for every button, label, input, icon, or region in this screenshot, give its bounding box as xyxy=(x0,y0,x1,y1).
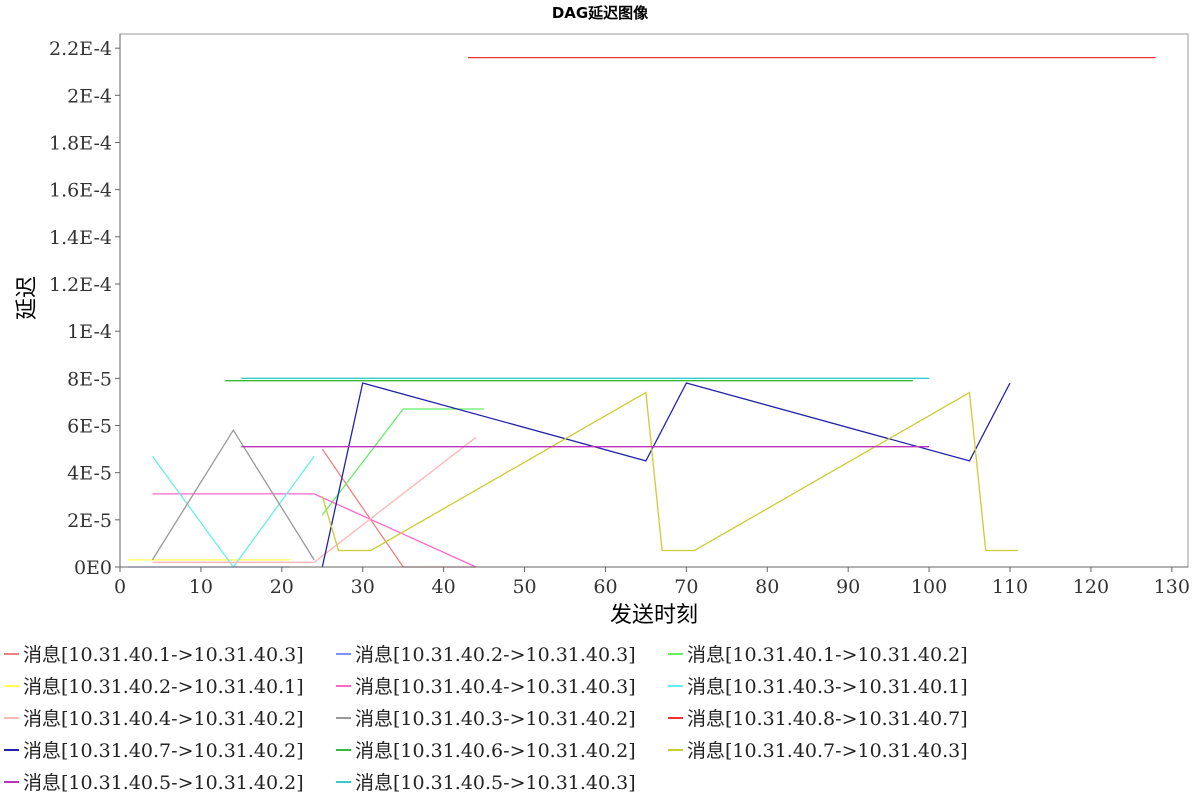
x-tick-label: 110 xyxy=(992,576,1028,598)
y-tick-label: 0E0 xyxy=(74,557,112,579)
x-tick-label: 80 xyxy=(755,576,779,598)
y-tick-label: 1E-4 xyxy=(67,321,112,343)
legend-label: 消息[10.31.40.1->10.31.40.2] xyxy=(687,644,968,666)
x-tick-label: 60 xyxy=(593,576,617,598)
legend-item: 消息[10.31.40.3->10.31.40.2] xyxy=(336,708,636,730)
x-tick-label: 20 xyxy=(270,576,294,598)
legend-label: 消息[10.31.40.8->10.31.40.7] xyxy=(687,708,968,730)
x-tick-label: 30 xyxy=(351,576,375,598)
dag-latency-chart: DAG延迟图像 0 10 20 30 40 50 60 70 80 90 100 110 120 130 0… xyxy=(0,0,1200,800)
x-tick-label: 70 xyxy=(674,576,698,598)
legend-item: 消息[10.31.40.8->10.31.40.7] xyxy=(668,708,968,730)
x-tick-label: 40 xyxy=(432,576,456,598)
legend-label: 消息[10.31.40.7->10.31.40.3] xyxy=(687,740,968,762)
legend-item: 消息[10.31.40.2->10.31.40.3] xyxy=(336,644,636,666)
legend-label: 消息[10.31.40.4->10.31.40.3] xyxy=(355,676,636,698)
legend-item: 消息[10.31.40.1->10.31.40.3] xyxy=(4,644,304,666)
y-tick-label: 1.6E-4 xyxy=(49,180,112,202)
y-tick-label: 8E-5 xyxy=(67,368,112,390)
y-axis-label: 延迟 xyxy=(15,276,40,320)
legend-label: 消息[10.31.40.5->10.31.40.3] xyxy=(355,772,636,794)
legend-item: 消息[10.31.40.6->10.31.40.2] xyxy=(336,740,636,762)
x-tick-label: 130 xyxy=(1154,576,1190,598)
legend-item: 消息[10.31.40.7->10.31.40.3] xyxy=(668,740,968,762)
legend-item: 消息[10.31.40.1->10.31.40.2] xyxy=(668,644,968,666)
x-tick-label: 90 xyxy=(836,576,860,598)
legend-label: 消息[10.31.40.3->10.31.40.2] xyxy=(355,708,636,730)
legend-label: 消息[10.31.40.2->10.31.40.3] xyxy=(355,644,636,666)
y-tick-label: 2E-4 xyxy=(67,85,112,107)
x-tick-label: 10 xyxy=(189,576,213,598)
legend-item: 消息[10.31.40.5->10.31.40.2] xyxy=(4,772,304,794)
legend-label: 消息[10.31.40.5->10.31.40.2] xyxy=(23,772,304,794)
y-tick-label: 1.8E-4 xyxy=(49,132,112,154)
legend-item: 消息[10.31.40.7->10.31.40.2] xyxy=(4,740,304,762)
legend-item: 消息[10.31.40.3->10.31.40.1] xyxy=(668,676,968,698)
chart-title: DAG延迟图像 xyxy=(552,4,649,22)
x-tick-label: 120 xyxy=(1073,576,1109,598)
x-tick-label: 100 xyxy=(911,576,947,598)
legend-label: 消息[10.31.40.2->10.31.40.1] xyxy=(23,676,304,698)
legend-label: 消息[10.31.40.6->10.31.40.2] xyxy=(355,740,636,762)
legend-item: 消息[10.31.40.4->10.31.40.3] xyxy=(336,676,636,698)
legend-item: 消息[10.31.40.2->10.31.40.1] xyxy=(4,676,304,698)
y-tick-label: 1.2E-4 xyxy=(49,274,112,296)
legend-item: 消息[10.31.40.5->10.31.40.3] xyxy=(336,772,636,794)
legend-label: 消息[10.31.40.4->10.31.40.2] xyxy=(23,708,304,730)
legend-label: 消息[10.31.40.3->10.31.40.1] xyxy=(687,676,968,698)
legend-item: 消息[10.31.40.4->10.31.40.2] xyxy=(4,708,304,730)
x-axis-label: 发送时刻 xyxy=(610,603,698,628)
legend-label: 消息[10.31.40.1->10.31.40.3] xyxy=(23,644,304,666)
y-tick-label: 4E-5 xyxy=(67,463,112,485)
y-tick-label: 1.4E-4 xyxy=(49,227,112,249)
plot-area xyxy=(119,33,1189,568)
y-tick-label: 2E-5 xyxy=(67,510,112,532)
x-tick-label: 50 xyxy=(512,576,536,598)
x-tick-label: 0 xyxy=(114,576,126,598)
y-tick-label: 2.2E-4 xyxy=(49,38,112,60)
legend-label: 消息[10.31.40.7->10.31.40.2] xyxy=(23,740,304,762)
y-tick-label: 6E-5 xyxy=(67,415,112,437)
